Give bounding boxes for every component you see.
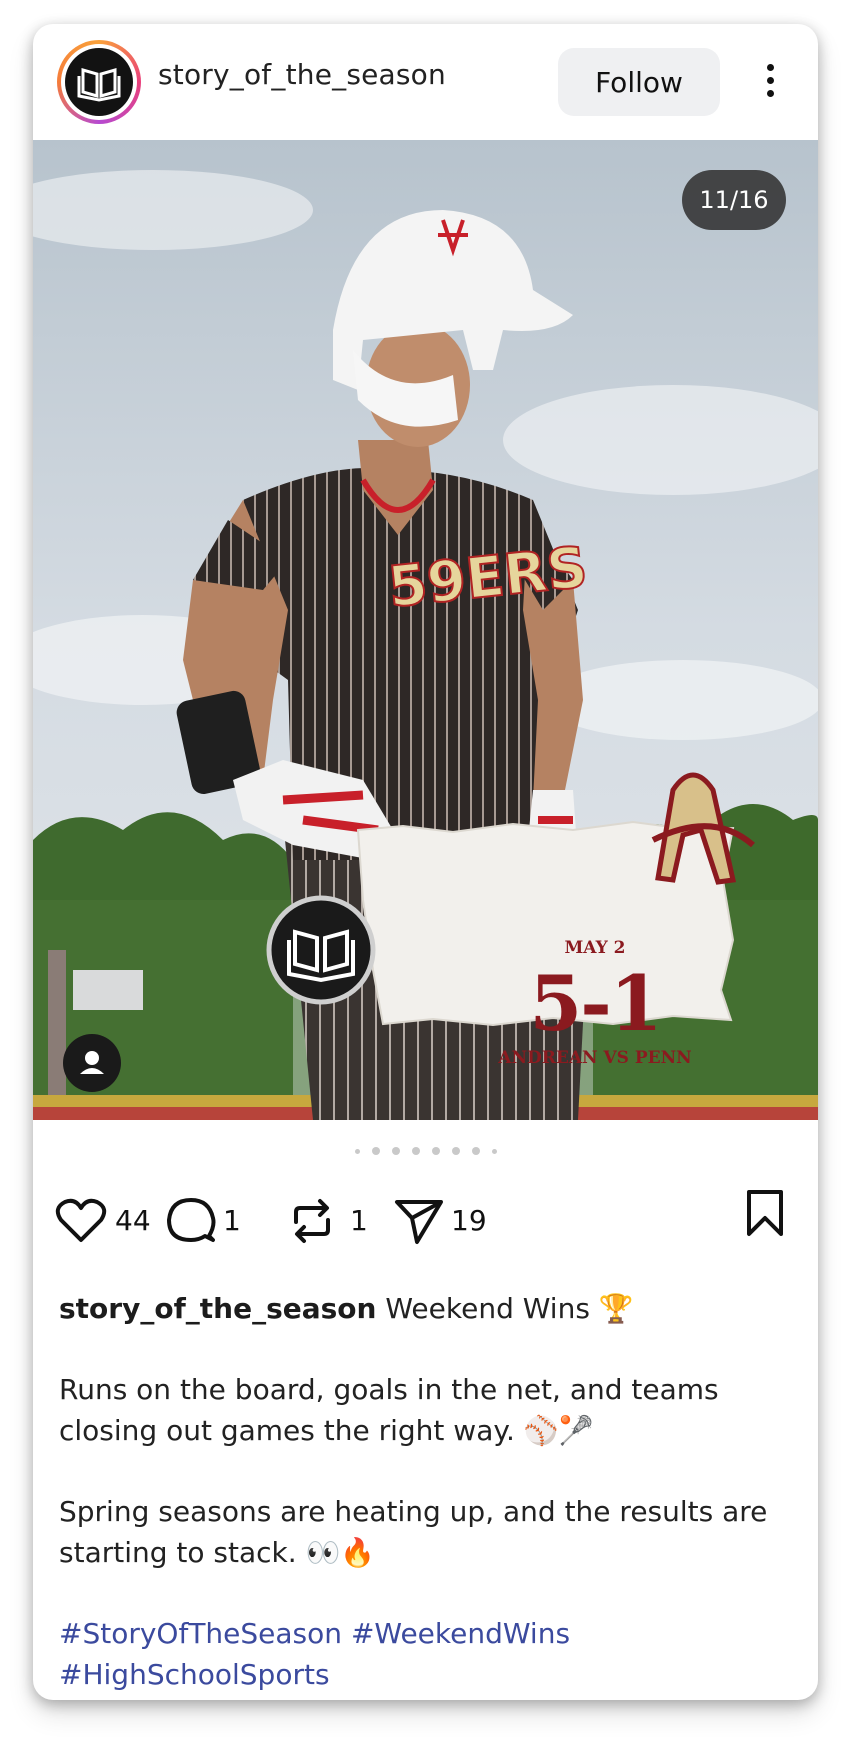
hashtag-link[interactable]: #HighSchoolSports xyxy=(59,1658,330,1691)
bookmark-icon xyxy=(747,1190,783,1236)
open-book-logo-icon xyxy=(77,68,121,102)
comment-button[interactable]: 1 xyxy=(165,1192,255,1248)
post-caption: story_of_the_season Weekend Wins 🏆 Runs … xyxy=(59,1288,789,1695)
comment-count: 1 xyxy=(223,1204,241,1237)
caption-line: Runs on the board, goals in the net, and… xyxy=(59,1373,719,1406)
more-vertical-icon[interactable] xyxy=(755,58,785,106)
caption-line: Spring seasons are heating up, and the r… xyxy=(59,1495,768,1528)
caption-line: closing out games the right way. ⚾🥍 xyxy=(59,1414,594,1447)
share-count: 19 xyxy=(451,1204,487,1237)
caption-username[interactable]: story_of_the_season xyxy=(59,1292,376,1325)
carousel-dot[interactable] xyxy=(411,1147,420,1155)
tagged-users-icon[interactable] xyxy=(63,1034,121,1092)
repost-button[interactable]: 1 xyxy=(288,1192,368,1248)
avatar xyxy=(65,48,133,116)
caption-line: starting to stack. 👀🔥 xyxy=(59,1536,376,1569)
repost-icon xyxy=(294,1199,330,1243)
send-icon xyxy=(395,1200,443,1244)
score-date: MAY 2 xyxy=(564,938,626,958)
carousel-dots xyxy=(33,1147,818,1155)
carousel-dot[interactable] xyxy=(391,1147,400,1155)
like-count: 44 xyxy=(115,1204,151,1237)
score-matchup: ANDREAN VS PENN xyxy=(498,1048,692,1068)
bookmark-button[interactable] xyxy=(743,1188,793,1244)
post-header: story_of_the_season Follow xyxy=(33,24,818,140)
share-button[interactable]: 19 xyxy=(393,1192,493,1248)
avatar-story-ring[interactable] xyxy=(57,40,141,124)
carousel-dot[interactable] xyxy=(354,1148,360,1154)
post-card: story_of_the_season Follow 59ERS 11/16 M… xyxy=(33,24,818,1700)
follow-button[interactable]: Follow xyxy=(558,48,720,116)
username-link[interactable]: story_of_the_season xyxy=(158,58,446,91)
hashtag-link[interactable]: #WeekendWins xyxy=(351,1617,570,1650)
caption-title: Weekend Wins 🏆 xyxy=(385,1292,634,1325)
carousel-dot[interactable] xyxy=(371,1147,380,1155)
heart-icon xyxy=(55,1198,107,1242)
hashtag-link[interactable]: #StoryOfTheSeason xyxy=(59,1617,342,1650)
like-button[interactable]: 44 xyxy=(55,1192,155,1248)
carousel-dot[interactable] xyxy=(431,1147,440,1155)
carousel-counter: 11/16 xyxy=(682,170,786,230)
repost-count: 1 xyxy=(350,1204,368,1237)
score-text: 5-1 xyxy=(529,959,662,1048)
carousel-dot[interactable] xyxy=(471,1147,480,1155)
comment-icon xyxy=(167,1198,216,1242)
carousel-dot[interactable] xyxy=(451,1147,460,1155)
carousel-dot[interactable] xyxy=(491,1148,497,1154)
